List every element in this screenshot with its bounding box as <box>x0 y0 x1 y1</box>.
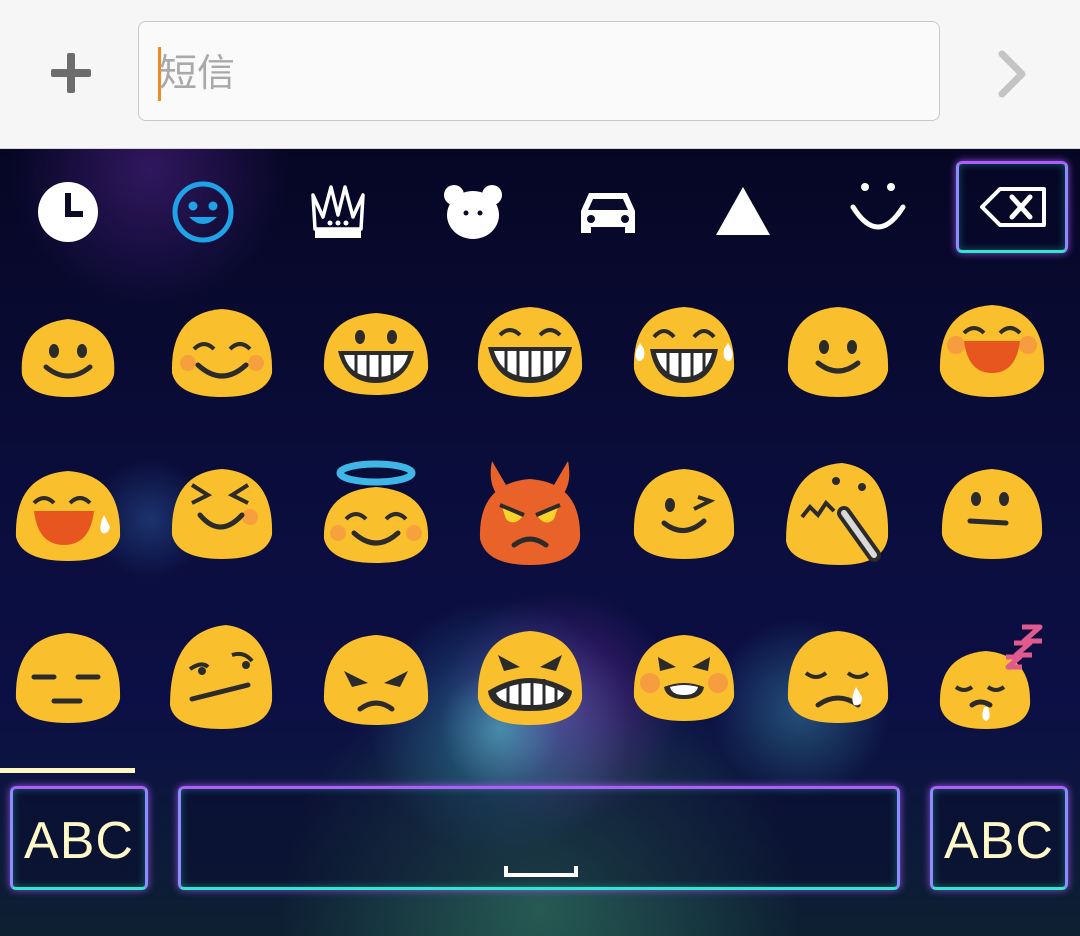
chevron-right-icon[interactable] <box>990 48 1034 100</box>
happy-blush-face-emoji[interactable] <box>932 295 1052 405</box>
emoji-keyboard: ABC ABC <box>0 149 1080 936</box>
right-abc-label: ABC <box>944 812 1054 870</box>
backspace-icon <box>980 187 1046 227</box>
halo-face-emoji[interactable] <box>316 457 436 567</box>
spacebar-icon <box>504 866 578 877</box>
slightly-smiling-face-emoji[interactable] <box>778 295 898 405</box>
clock-icon[interactable] <box>33 177 103 247</box>
crying-face-emoji[interactable] <box>778 621 898 731</box>
persevering-face-emoji[interactable] <box>624 621 744 731</box>
squinting-face-emoji[interactable] <box>162 457 282 567</box>
unamused-face-emoji[interactable] <box>162 621 282 731</box>
beaming-face-emoji[interactable] <box>470 295 590 405</box>
message-input[interactable]: 短信 <box>138 21 940 121</box>
winking-face-emoji[interactable] <box>624 457 744 567</box>
confounded-face-emoji[interactable] <box>778 457 898 567</box>
angry-face-emoji[interactable] <box>316 621 436 731</box>
smiling-devil-face-emoji[interactable] <box>470 457 590 567</box>
bear-icon[interactable] <box>438 177 508 247</box>
sleeping-face-emoji[interactable] <box>932 621 1052 731</box>
spacebar-button[interactable] <box>178 786 900 890</box>
smiling-face-emoji[interactable] <box>8 295 128 405</box>
message-composer: 短信 <box>0 0 1080 149</box>
right-abc-button[interactable]: ABC <box>930 786 1068 890</box>
grinning-face-emoji[interactable] <box>316 295 436 405</box>
tears-of-joy-face-emoji[interactable] <box>624 295 744 405</box>
neutral-face-emoji[interactable] <box>932 457 1052 567</box>
backspace-button[interactable] <box>956 161 1068 253</box>
expressionless-face-emoji[interactable] <box>8 621 128 731</box>
emoticon-icon[interactable] <box>843 177 913 247</box>
triangle-icon[interactable] <box>708 177 778 247</box>
sweat-smile-face-emoji[interactable] <box>8 457 128 567</box>
crown-icon[interactable] <box>303 177 373 247</box>
message-placeholder: 短信 <box>159 51 236 95</box>
grimacing-face-emoji[interactable] <box>470 621 590 731</box>
left-abc-button[interactable]: ABC <box>10 786 148 890</box>
smiley-face-icon[interactable] <box>168 177 238 247</box>
smiling-eyes-face-emoji[interactable] <box>162 295 282 405</box>
car-icon[interactable] <box>573 177 643 247</box>
plus-icon[interactable] <box>44 46 98 100</box>
active-page-indicator <box>0 768 135 773</box>
left-abc-label: ABC <box>24 812 134 870</box>
